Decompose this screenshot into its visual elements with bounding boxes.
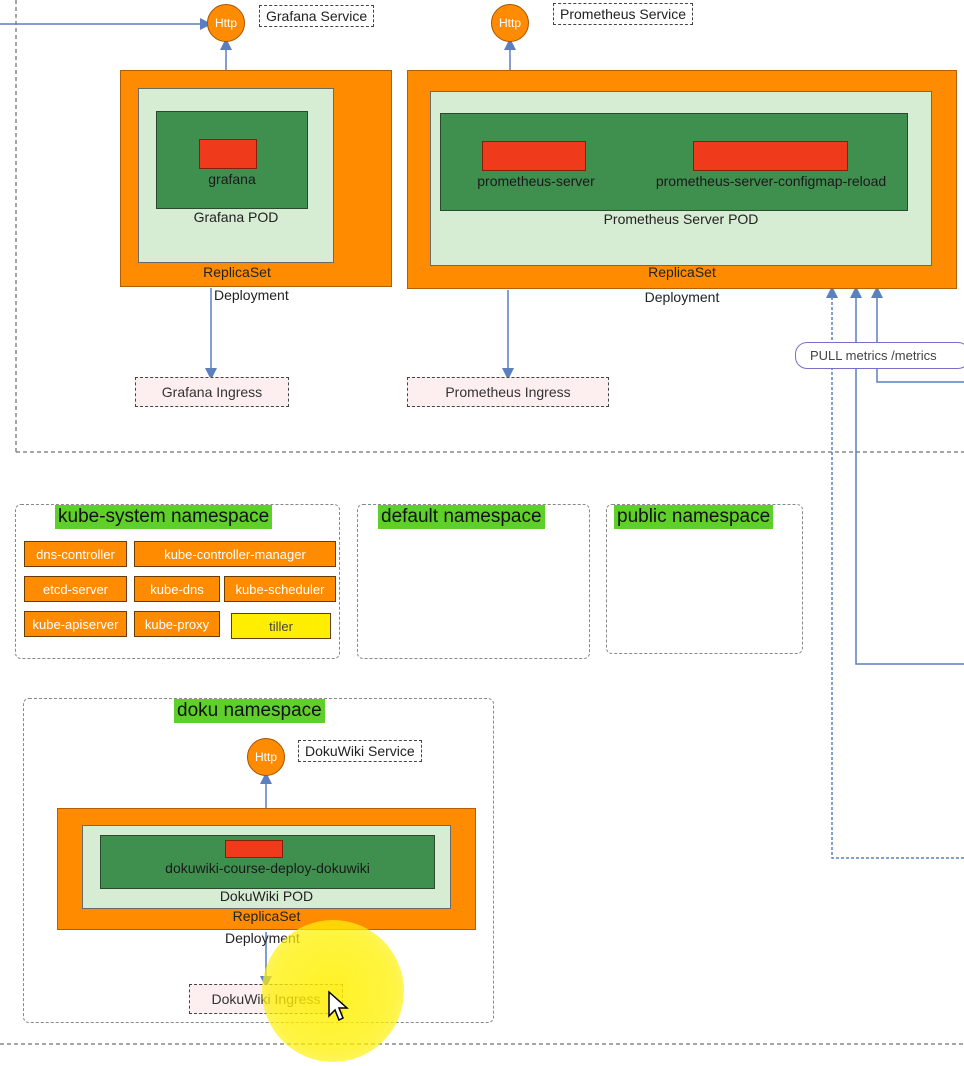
doku-pod-label: DokuWiki POD — [219, 888, 314, 904]
pull-metrics-label[interactable]: PULL metrics /metrics — [795, 342, 964, 369]
doku-container-chip — [225, 840, 283, 858]
doku-pod[interactable]: dokuwiki-course-deploy-dokuwiki DokuWiki… — [82, 825, 451, 909]
prometheus-server-label: prometheus-server — [477, 173, 595, 189]
prometheus-replicaset[interactable]: prometheus-server prometheus-server-conf… — [407, 70, 957, 289]
prometheus-http-icon[interactable]: Http — [491, 4, 529, 42]
grafana-container[interactable]: grafana — [156, 111, 308, 209]
configmap-reload-chip — [693, 141, 848, 171]
kube-proxy-chip[interactable]: kube-proxy — [134, 611, 220, 637]
public-namespace-title: public namespace — [614, 505, 774, 529]
tiller-chip[interactable]: tiller — [231, 613, 331, 639]
prometheus-deployment-label: Deployment — [644, 289, 720, 305]
dokuwiki-service[interactable]: DokuWiki Service — [298, 740, 422, 762]
mouse-pointer-icon — [328, 990, 349, 1022]
kube-apiserver-chip[interactable]: kube-apiserver — [24, 611, 127, 637]
grafana-replicaset[interactable]: grafana Grafana POD ReplicaSet — [120, 70, 392, 287]
kube-dns-chip[interactable]: kube-dns — [134, 576, 220, 602]
grafana-container-chip — [199, 139, 257, 169]
grafana-container-label: grafana — [208, 171, 256, 187]
grafana-http-icon[interactable]: Http — [207, 4, 245, 42]
doku-replicaset[interactable]: dokuwiki-course-deploy-dokuwiki DokuWiki… — [57, 808, 476, 930]
default-namespace-title: default namespace — [378, 505, 545, 529]
prometheus-replicaset-label: ReplicaSet — [648, 264, 716, 280]
kube-scheduler-chip[interactable]: kube-scheduler — [224, 576, 336, 602]
grafana-pod[interactable]: grafana Grafana POD — [138, 88, 334, 263]
doku-container[interactable]: dokuwiki-course-deploy-dokuwiki — [100, 835, 435, 889]
grafana-pod-label: Grafana POD — [193, 209, 279, 225]
prometheus-server-chip — [482, 141, 586, 171]
prometheus-container[interactable]: prometheus-server prometheus-server-conf… — [440, 113, 908, 211]
doku-replicaset-label: ReplicaSet — [232, 908, 301, 924]
grafana-deployment-label: Deployment — [214, 287, 289, 303]
configmap-reload-label: prometheus-server-configmap-reload — [655, 173, 887, 189]
doku-http-icon[interactable]: Http — [247, 738, 285, 776]
kube-controller-manager-chip[interactable]: kube-controller-manager — [134, 541, 336, 567]
prometheus-pod-label: Prometheus Server POD — [603, 211, 759, 227]
dns-controller-chip[interactable]: dns-controller — [24, 541, 127, 567]
grafana-service[interactable]: Grafana Service — [259, 5, 375, 27]
grafana-ingress[interactable]: Grafana Ingress — [135, 377, 289, 407]
prometheus-service[interactable]: Prometheus Service — [553, 3, 694, 25]
etcd-server-chip[interactable]: etcd-server — [24, 576, 127, 602]
grafana-replicaset-label: ReplicaSet — [203, 264, 271, 280]
prometheus-pod[interactable]: prometheus-server prometheus-server-conf… — [430, 91, 932, 266]
kube-system-title: kube-system namespace — [55, 505, 273, 529]
doku-namespace-title: doku namespace — [174, 699, 325, 723]
doku-container-label: dokuwiki-course-deploy-dokuwiki — [165, 860, 370, 876]
prometheus-ingress[interactable]: Prometheus Ingress — [407, 377, 609, 407]
